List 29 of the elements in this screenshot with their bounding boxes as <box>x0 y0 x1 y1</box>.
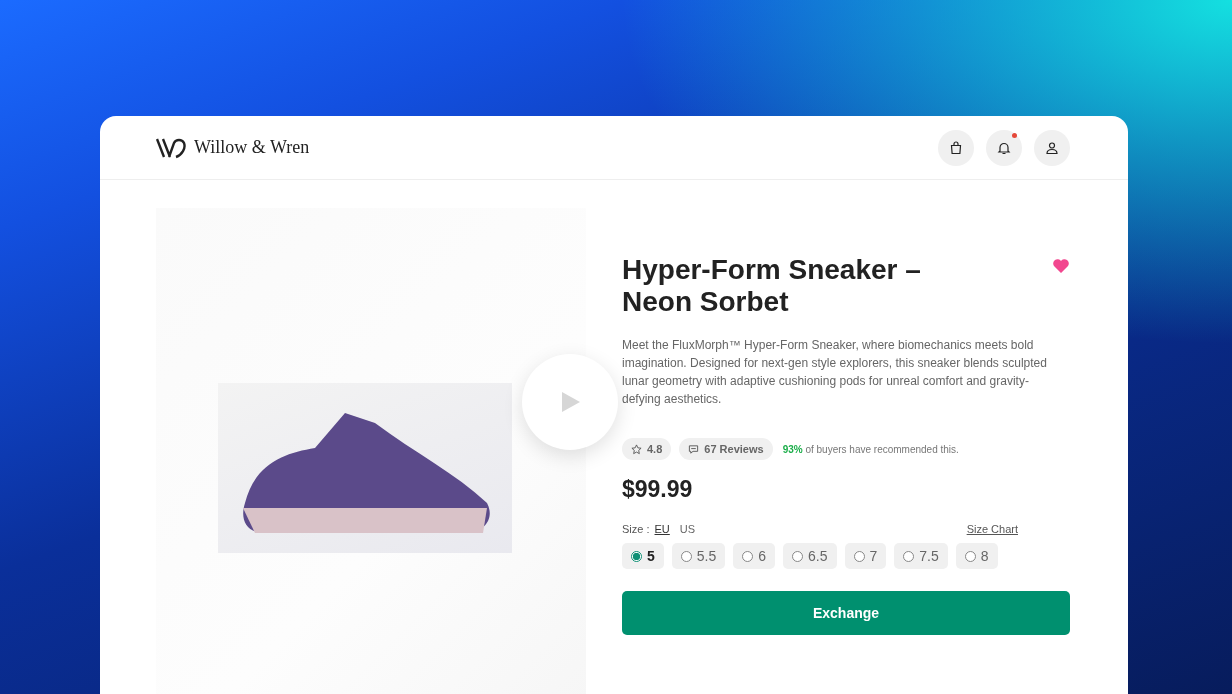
size-system-tab[interactable]: EU <box>654 523 670 535</box>
reviews-button[interactable]: 67 Reviews <box>679 438 773 460</box>
size-option[interactable]: 5.5 <box>671 543 726 569</box>
size-option[interactable]: 7 <box>844 543 887 569</box>
size-option[interactable]: 8 <box>955 543 998 569</box>
size-option[interactable]: 6.5 <box>783 543 837 569</box>
size-system-tab[interactable]: US <box>679 523 696 535</box>
bell-icon <box>997 140 1011 155</box>
product-title: Hyper-Form Sneaker – Neon Sorbet <box>622 254 922 318</box>
brand-name: Willow & Wren <box>194 137 310 158</box>
price: $99.99 <box>622 476 694 503</box>
rating-chip: 4.8 <box>622 438 672 460</box>
notification-button[interactable] <box>986 129 1022 166</box>
size-option[interactable]: 6 <box>733 543 776 569</box>
product-description: Meet the FluxMorph™ Hyper-Form Sneaker, where biomechanics meets bold imagination. Designed for next-gen style explorers, this sneaker blends sculpted lunar geometry with adaptive cushioning pods for unreal comfort and gravity-defying aesthetics. <box>622 337 1048 408</box>
favorite-button[interactable] <box>1052 258 1070 274</box>
recommendation-text: 93% of buyers have recommended this. <box>782 443 959 455</box>
comment-icon <box>688 443 700 455</box>
brand-logo-icon <box>156 136 188 159</box>
size-option[interactable]: 5 <box>622 543 664 569</box>
shopping-bag-icon <box>949 140 963 155</box>
profile-button[interactable] <box>1034 129 1070 166</box>
star-icon <box>631 443 642 455</box>
size-chart-link[interactable]: Size Chart <box>966 523 1018 535</box>
size-label: Size : <box>622 523 650 535</box>
exchange-button[interactable]: Exchange <box>622 591 1070 635</box>
shopping-bag-button[interactable] <box>938 129 974 166</box>
user-icon <box>1045 140 1059 155</box>
size-option[interactable]: 7.5 <box>894 543 948 569</box>
